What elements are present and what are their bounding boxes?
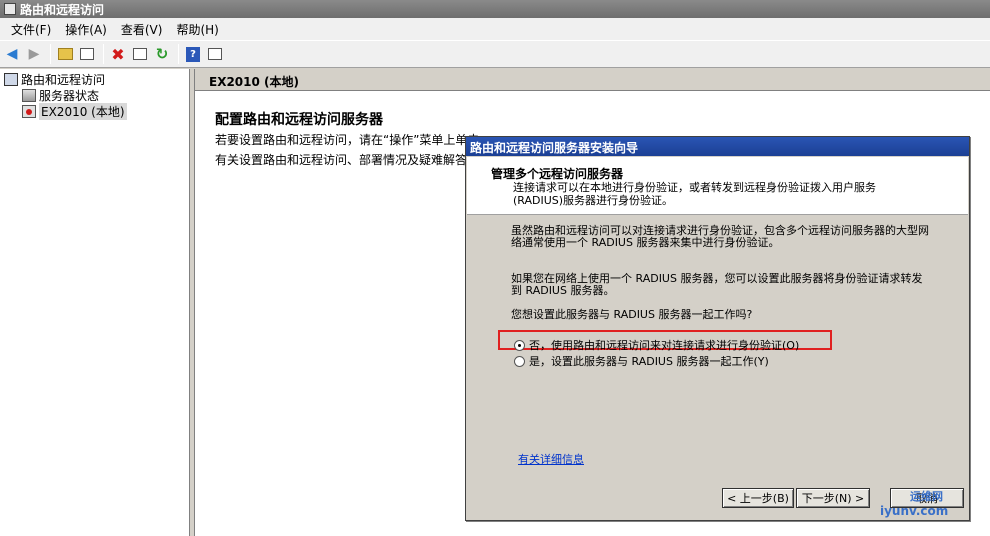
properties-icon[interactable] [130, 44, 150, 64]
watermark-text: 运维网 [910, 490, 943, 503]
app-icon [4, 3, 16, 15]
help-icon[interactable]: ? [183, 44, 203, 64]
back-button[interactable]: < 上一步(B) [722, 488, 794, 508]
tree-root[interactable]: 路由和远程访问 [0, 71, 189, 87]
computer-icon [4, 72, 18, 86]
toolbar: ◀ ▶ ✖ ↻ ? [0, 40, 990, 68]
radio-checked-icon[interactable] [514, 339, 525, 351]
toolbar-separator [103, 44, 104, 64]
tree-root-label: 路由和远程访问 [21, 72, 106, 87]
menu-action[interactable]: 操作(A) [58, 21, 114, 38]
console-icon[interactable] [205, 44, 225, 64]
tree-item-local-server[interactable]: EX2010 (本地) [0, 102, 189, 120]
wizard-header: 管理多个远程访问服务器 连接请求可以在本地进行身份验证，或者转发到远程身份验证拨… [467, 157, 968, 215]
menu-bar: 文件(F) 操作(A) 查看(V) 帮助(H) [0, 18, 990, 40]
wizard-paragraph: 虽然路由和远程访问可以对连接请求进行身份验证，包含多个远程访问服务器的大型网络通… [511, 224, 929, 249]
toolbar-separator [178, 44, 179, 64]
wizard-paragraph: 如果您在网络上使用一个 RADIUS 服务器，您可以设置此服务器将身份验证请求转… [511, 272, 923, 297]
details-header: EX2010 (本地) [195, 69, 990, 91]
setup-wizard-dialog: 路由和远程访问服务器安装向导 管理多个远程访问服务器 连接请求可以在本地进行身份… [465, 136, 970, 521]
tree-item-label: EX2010 (本地) [39, 102, 127, 120]
wizard-question: 您想设置此服务器与 RADIUS 服务器一起工作吗? [511, 308, 753, 321]
help-text: 有关设置路由和远程访问、部署情况及疑难解答 [215, 153, 468, 167]
toolbar-separator [50, 44, 51, 64]
instruction-text: 若要设置路由和远程访问，请在“操作”菜单上单击 [215, 133, 480, 147]
server-icon [22, 88, 36, 102]
radio-unchecked-icon[interactable] [514, 355, 525, 367]
title-bar: 路由和远程访问 [0, 0, 990, 18]
delete-icon[interactable]: ✖ [108, 44, 128, 64]
menu-file[interactable]: 文件(F) [4, 21, 58, 38]
watermark-url: iyunv.com [880, 504, 949, 518]
wizard-heading: 管理多个远程访问服务器 [491, 167, 624, 181]
show-hide-tree-icon[interactable] [77, 44, 97, 64]
up-folder-icon[interactable] [55, 44, 75, 64]
menu-help[interactable]: 帮助(H) [169, 21, 225, 38]
next-button[interactable]: 下一步(N) > [796, 488, 870, 508]
forward-arrow-icon[interactable]: ▶ [24, 44, 44, 64]
window-title: 路由和远程访问 [20, 2, 105, 17]
console-tree: 路由和远程访问 服务器状态 EX2010 (本地) [0, 69, 190, 536]
radio-label: 是，设置此服务器与 RADIUS 服务器一起工作(Y) [529, 355, 769, 368]
tree-item-server-status[interactable]: 服务器状态 [0, 87, 189, 103]
refresh-icon[interactable]: ↻ [152, 44, 172, 64]
tree-item-label: 服务器状态 [39, 88, 100, 103]
menu-view[interactable]: 查看(V) [114, 21, 170, 38]
server-stopped-icon [22, 104, 36, 118]
radio-label: 否，使用路由和远程访问来对连接请求进行身份验证(O) [529, 339, 800, 352]
radio-option-yes[interactable]: 是，设置此服务器与 RADIUS 服务器一起工作(Y) [514, 353, 769, 369]
more-info-link[interactable]: 有关详细信息 [518, 451, 584, 467]
watermark-logo: 运维网 iyunv.com [880, 488, 948, 518]
wizard-subheading: 连接请求可以在本地进行身份验证，或者转发到远程身份验证拨入用户服务(RADIUS… [513, 181, 876, 207]
back-arrow-icon[interactable]: ◀ [2, 44, 22, 64]
radio-option-no[interactable]: 否，使用路由和远程访问来对连接请求进行身份验证(O) [514, 337, 799, 353]
page-title: 配置路由和远程访问服务器 [215, 112, 383, 128]
dialog-title: 路由和远程访问服务器安装向导 [466, 137, 969, 156]
